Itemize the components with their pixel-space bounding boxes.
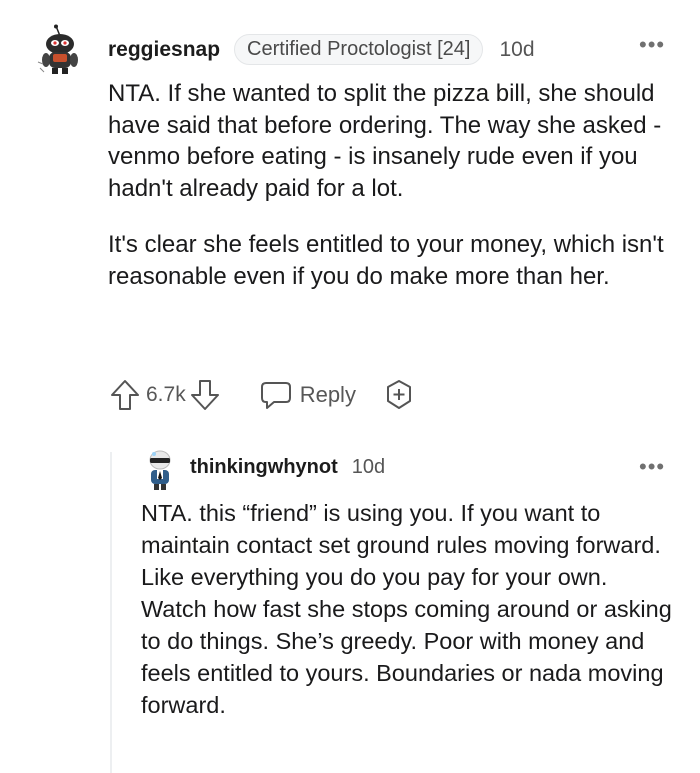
avatar[interactable]: [34, 24, 86, 76]
comment-meta: thinkingwhynot 10d: [190, 456, 385, 479]
speech-bubble-icon: [260, 380, 292, 410]
comment-paragraph: NTA. this “friend” is using you. If you …: [141, 500, 672, 718]
comment-body: NTA. If she wanted to split the pizza bi…: [108, 78, 668, 292]
avatar[interactable]: [140, 448, 180, 492]
timestamp[interactable]: 10d: [499, 38, 534, 62]
user-flair: Certified Proctologist [24]: [234, 34, 484, 65]
comment-paragraph: NTA. If she wanted to split the pizza bi…: [108, 80, 662, 202]
upvote-arrow-icon[interactable]: [110, 378, 140, 412]
comment-actions: 6.7k Reply: [110, 378, 414, 412]
more-options-icon[interactable]: •••: [639, 456, 665, 478]
comment-body: NTA. this “friend” is using you. If you …: [141, 497, 676, 721]
comment-paragraph: It's clear she feels entitled to your mo…: [108, 231, 664, 290]
username[interactable]: reggiesnap: [108, 38, 220, 62]
award-plus-icon[interactable]: [384, 379, 414, 411]
downvote-arrow-icon[interactable]: [190, 378, 220, 412]
reply-label: Reply: [299, 382, 356, 407]
username[interactable]: thinkingwhynot: [190, 456, 338, 479]
timestamp[interactable]: 10d: [352, 456, 385, 479]
more-options-icon[interactable]: •••: [639, 34, 665, 56]
comment-meta: reggiesnap Certified Proctologist [24] 1…: [108, 34, 535, 65]
vote-count: 6.7k: [146, 383, 186, 406]
reply-button[interactable]: Reply: [260, 380, 356, 410]
thread-line[interactable]: [110, 452, 112, 773]
